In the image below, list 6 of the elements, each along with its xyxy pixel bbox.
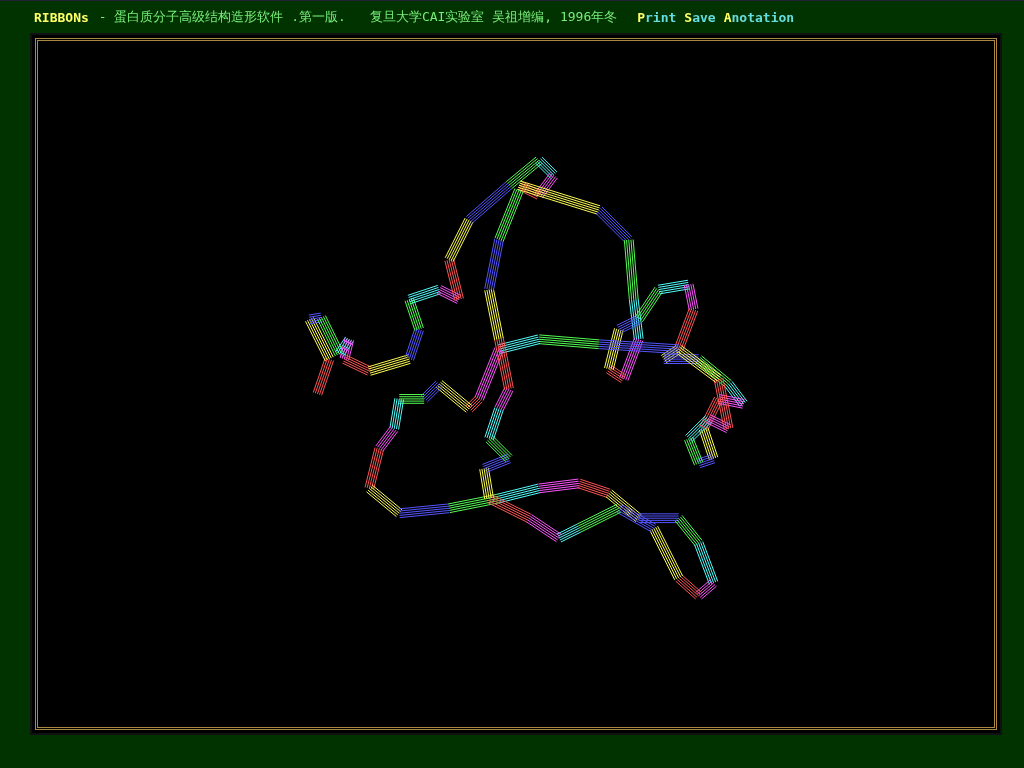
menu-item[interactable]: Print — [637, 9, 677, 25]
menu-item[interactable]: Anotation — [723, 9, 795, 25]
menu-item[interactable]: Save — [684, 9, 716, 25]
title-text: RIBBONs — [34, 9, 89, 25]
title-text: - 蛋白质分子高级结构造形软件 .第一版. — [98, 8, 346, 26]
title-text: 复旦大学CAI实验室 吴祖增编, 1996年冬 — [369, 8, 618, 26]
